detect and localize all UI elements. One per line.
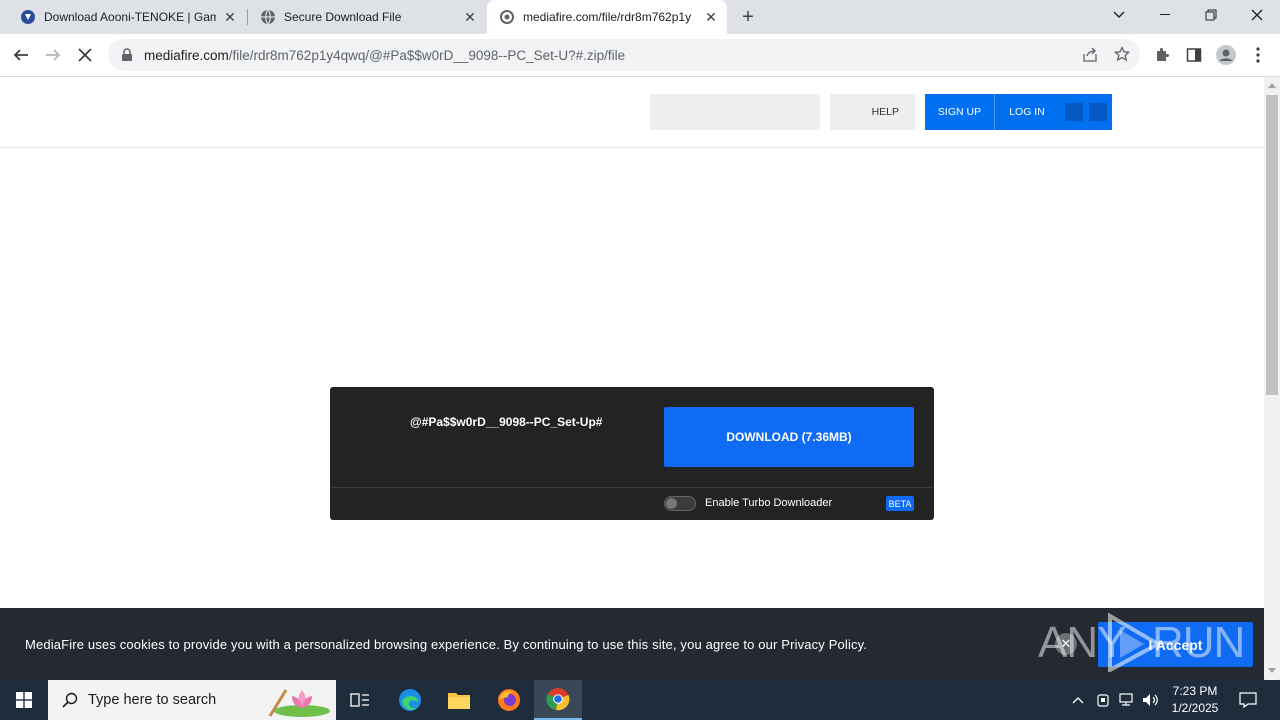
file-name: @#Pa$$w0rD__9098--PC_Set-Up# xyxy=(410,415,603,429)
address-bar[interactable]: mediafire.com/file/rdr8m762p1y4qwq/@#Pa$… xyxy=(108,39,1140,71)
tab-close-icon[interactable]: ✕ xyxy=(703,9,719,25)
new-tab-button[interactable]: + xyxy=(736,6,760,28)
security-shield-icon[interactable] xyxy=(1094,690,1112,710)
download-button[interactable]: DOWNLOAD (7.36MB) xyxy=(664,407,914,467)
turbo-downloader-label: Enable Turbo Downloader xyxy=(705,497,833,509)
scroll-up-arrow-icon[interactable] xyxy=(1268,83,1276,88)
panel-divider xyxy=(330,487,934,488)
mediafire-header: HELP SIGN UP LOG IN xyxy=(0,77,1264,148)
chrome-icon[interactable] xyxy=(534,680,582,720)
tab-title: Secure Download File xyxy=(284,10,402,24)
url-text: mediafire.com/file/rdr8m762p1y4qwq/@#Pa$… xyxy=(144,48,625,63)
profile-avatar-icon[interactable] xyxy=(1211,40,1241,70)
download-panel: @#Pa$$w0rD__9098--PC_Set-Up# DOWNLOAD (7… xyxy=(330,387,934,520)
edge-browser-icon[interactable] xyxy=(386,680,434,720)
network-icon[interactable] xyxy=(1117,690,1137,710)
search-placeholder: Type here to search xyxy=(88,692,217,708)
site-favicon-icon xyxy=(20,9,36,25)
tray-chevron-up-icon[interactable] xyxy=(1070,690,1086,710)
tab-mediafire[interactable]: mediafire.com/file/rdr8m762p1y ✕ xyxy=(487,0,727,34)
stop-loading-icon[interactable] xyxy=(70,40,100,70)
auth-buttons: SIGN UP LOG IN xyxy=(925,94,1112,130)
cookie-message: MediaFire uses cookies to provide you wi… xyxy=(25,637,868,652)
windows-taskbar: Type here to search 7:23 PM 1/2/2025 xyxy=(0,680,1280,720)
search-icon xyxy=(62,692,78,708)
watermark-text-left: ANY xyxy=(1038,618,1126,667)
share-icon[interactable] xyxy=(1082,47,1098,68)
forward-arrow-icon[interactable] xyxy=(38,40,68,70)
clock-date: 1/2/2025 xyxy=(1171,701,1219,715)
taskbar-search-input[interactable]: Type here to search xyxy=(48,680,336,720)
extensions-puzzle-icon[interactable] xyxy=(1147,40,1177,70)
social-login-icon[interactable] xyxy=(1065,103,1083,121)
turbo-downloader-toggle[interactable] xyxy=(664,496,696,511)
mediafire-page: HELP SIGN UP LOG IN @#Pa$$w0rD__9098--PC… xyxy=(0,77,1264,608)
minimize-button[interactable] xyxy=(1142,0,1188,30)
url-path: /file/rdr8m762p1y4qwq/@#Pa$$w0rD__9098--… xyxy=(228,47,626,63)
notifications-icon[interactable] xyxy=(1236,690,1260,710)
social-login-icon[interactable] xyxy=(1089,103,1107,121)
globe-icon xyxy=(260,9,276,25)
url-host: mediafire.com xyxy=(144,47,229,63)
volume-icon[interactable] xyxy=(1141,690,1161,710)
side-panel-icon[interactable] xyxy=(1179,40,1209,70)
scroll-down-arrow-icon[interactable] xyxy=(1268,668,1276,673)
tab-aooni-download[interactable]: Download Aooni-TENOKE | Gam ✕ xyxy=(0,0,246,34)
back-arrow-icon[interactable] xyxy=(6,40,36,70)
browser-tab-strip: Download Aooni-TENOKE | Gam ✕ Secure Dow… xyxy=(0,0,1280,34)
task-view-icon[interactable] xyxy=(336,680,384,720)
close-window-button[interactable] xyxy=(1234,0,1280,30)
tab-close-icon[interactable]: ✕ xyxy=(222,9,238,25)
bookmark-star-icon[interactable] xyxy=(1113,45,1131,67)
browser-toolbar: mediafire.com/file/rdr8m762p1y4qwq/@#Pa$… xyxy=(0,34,1280,77)
site-search-input[interactable] xyxy=(650,94,820,130)
firefox-icon[interactable] xyxy=(485,680,533,720)
log-in-button[interactable]: LOG IN xyxy=(995,94,1059,130)
clock-time: 7:23 PM xyxy=(1172,684,1218,698)
scroll-thumb[interactable] xyxy=(1266,95,1278,395)
loading-favicon-icon xyxy=(499,9,515,25)
lock-icon[interactable] xyxy=(120,48,134,62)
more-menu-icon[interactable] xyxy=(1243,40,1273,70)
tab-title: mediafire.com/file/rdr8m762p1y xyxy=(523,10,692,24)
tab-close-icon[interactable]: ✕ xyxy=(462,9,478,25)
tab-title: Download Aooni-TENOKE | Gam xyxy=(44,10,216,24)
search-highlight-lotus-icon xyxy=(256,684,332,723)
beta-badge: BETA xyxy=(886,496,914,511)
anyrun-watermark: ANY RUN xyxy=(1038,612,1245,674)
file-explorer-icon[interactable] xyxy=(435,680,483,720)
tab-search-chevron-icon[interactable] xyxy=(1096,0,1142,30)
help-button[interactable]: HELP xyxy=(830,94,915,130)
tab-secure-download[interactable]: Secure Download File ✕ xyxy=(240,0,486,34)
page-scrollbar[interactable] xyxy=(1264,77,1280,680)
watermark-text-right: RUN xyxy=(1152,618,1245,667)
sign-up-button[interactable]: SIGN UP xyxy=(925,94,995,130)
system-clock[interactable]: 7:23 PM 1/2/2025 xyxy=(1166,683,1224,717)
restore-button[interactable] xyxy=(1188,0,1234,30)
toggle-knob xyxy=(666,498,677,509)
windows-start-icon[interactable] xyxy=(0,680,48,720)
